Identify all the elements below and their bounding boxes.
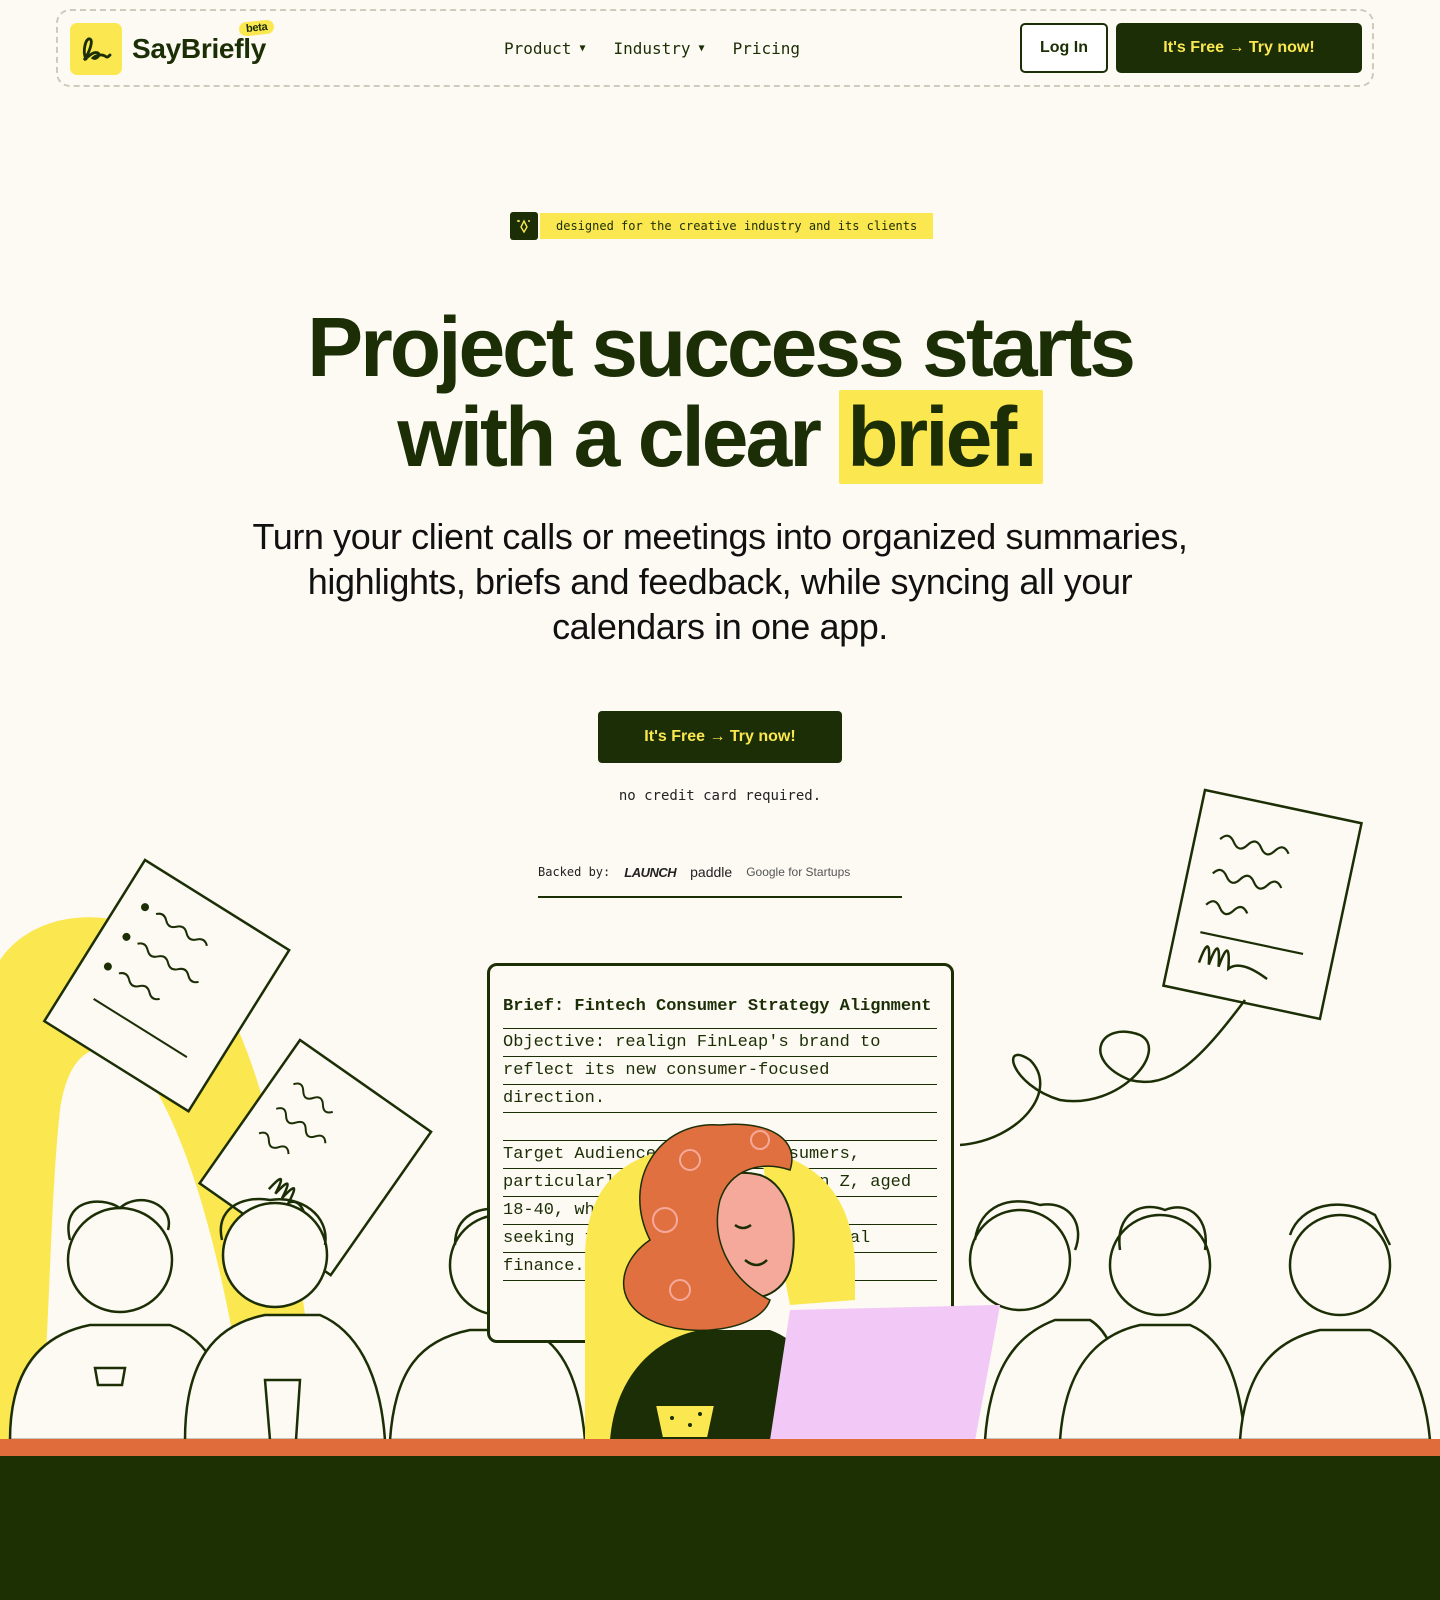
nav-pricing[interactable]: Pricing [733,39,800,58]
login-button[interactable]: Log In [1020,23,1108,73]
try-now-nav-button[interactable]: It's Free → Try now! [1116,23,1362,73]
nav-product-label: Product [504,38,572,58]
dark-footer-band [0,1456,1440,1600]
nav-pricing-label: Pricing [732,38,800,58]
nav-industry[interactable]: Industry ▼ [613,39,704,58]
brief-line: 18-40, who value transparency and [503,1197,937,1225]
sparkle-pen-icon [510,212,538,240]
table-edge [0,1439,1440,1456]
caret-down-icon: ▼ [579,42,586,54]
brand-logo[interactable]: SayBriefly beta [70,19,275,75]
signature-logo-icon [70,23,122,75]
try-now-hero-button[interactable]: It's Free → Try now! [598,711,842,763]
brief-line [503,1113,937,1141]
nav-links: Product ▼ Industry ▼ Pricing [504,11,800,85]
brief-line: finance. [503,1253,937,1281]
caret-down-icon: ▼ [698,42,705,54]
brief-line: Target Audience: Digital consumers, [503,1141,937,1169]
brief-line: seeking financial tools for personal [503,1225,937,1253]
brief-document-card: Brief: Fintech Consumer Strategy Alignme… [487,963,954,1343]
headline-highlight: brief. [839,390,1043,484]
hero-headline: Project success starts with a clear brie… [0,300,1440,484]
tagline-text: designed for the creative industry and i… [540,213,934,239]
brief-line: Objective: realign FinLeap's brand to [503,1029,937,1057]
nav-industry-label: Industry [613,38,691,58]
hero-subtitle: Turn your client calls or meetings into … [252,516,1188,647]
brief-title: Brief: Fintech Consumer Strategy Alignme… [503,996,937,1029]
nav-product[interactable]: Product ▼ [504,39,585,58]
brand-name: SayBriefly beta [132,19,275,65]
brief-line: direction. [503,1085,937,1113]
headline-line-2: with a clear [397,390,840,484]
tagline-pill: designed for the creative industry and i… [510,212,934,240]
beta-badge: beta [237,19,275,37]
headline-line-1: Project success starts [307,300,1136,394]
paper-sheet-icon [1161,788,1363,1021]
brief-line: particularly millennials and Gen Z, aged [503,1169,937,1197]
top-navigation: SayBriefly beta Product ▼ Industry ▼ Pri… [56,9,1374,87]
brief-line: reflect its new consumer-focused [503,1057,937,1085]
